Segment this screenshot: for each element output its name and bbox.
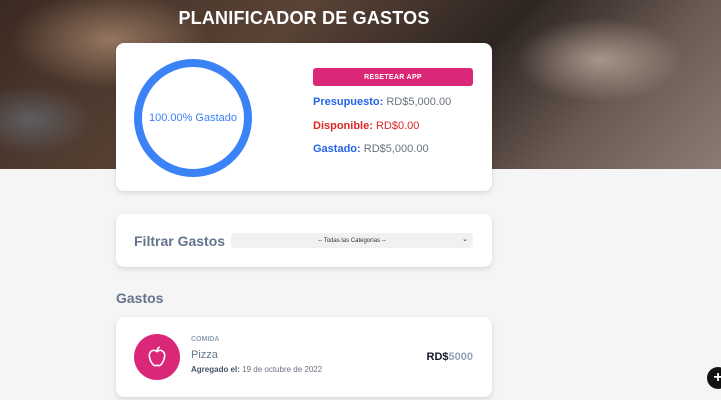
budget-label: Presupuesto: xyxy=(313,96,384,108)
spent-label: Gastado: xyxy=(313,143,361,155)
add-expense-button[interactable]: + xyxy=(707,367,721,389)
spent-progress-ring: 100.00% Gastado xyxy=(134,59,252,177)
category-filter-select[interactable]: -- Todas las Categorías -- ⌄ xyxy=(231,233,473,248)
expense-date-value: 19 de octubre de 2022 xyxy=(242,365,323,374)
expense-item[interactable]: COMIDA Pizza Agregado el: 19 de octubre … xyxy=(116,317,492,397)
available-stat: Disponible: RD$0.00 xyxy=(313,120,419,132)
budget-value: RD$5,000.00 xyxy=(386,96,452,108)
available-label: Disponible: xyxy=(313,120,373,132)
apple-icon xyxy=(134,334,180,380)
page-title: PLANIFICADOR DE GASTOS xyxy=(178,8,430,28)
plus-icon: + xyxy=(713,369,721,386)
reset-app-button[interactable]: RESETEAR APP xyxy=(313,68,473,86)
expense-amount-value: 5000 xyxy=(448,351,473,363)
expenses-title: Gastos xyxy=(116,290,164,306)
expense-date: Agregado el: 19 de octubre de 2022 xyxy=(191,365,322,374)
expense-category: COMIDA xyxy=(191,336,220,343)
available-value: RD$0.00 xyxy=(375,120,420,132)
filter-selected-value: -- Todas las Categorías -- xyxy=(318,237,386,244)
spent-stat: Gastado: RD$5,000.00 xyxy=(313,143,429,155)
filter-card: Filtrar Gastos -- Todas las Categorías -… xyxy=(116,214,492,267)
budget-stat: Presupuesto: RD$5,000.00 xyxy=(313,96,451,108)
progress-label: 100.00% Gastado xyxy=(148,112,238,124)
chevron-down-icon: ⌄ xyxy=(462,236,468,243)
spent-value: RD$5,000.00 xyxy=(363,143,429,155)
budget-card: 100.00% Gastado RESETEAR APP Presupuesto… xyxy=(116,43,492,191)
expense-amount: RD$5000 xyxy=(427,351,474,363)
expense-name: Pizza xyxy=(191,349,218,361)
expense-currency: RD$ xyxy=(426,351,449,363)
expense-date-label: Agregado el: xyxy=(191,365,240,374)
filter-label: Filtrar Gastos xyxy=(134,233,226,249)
